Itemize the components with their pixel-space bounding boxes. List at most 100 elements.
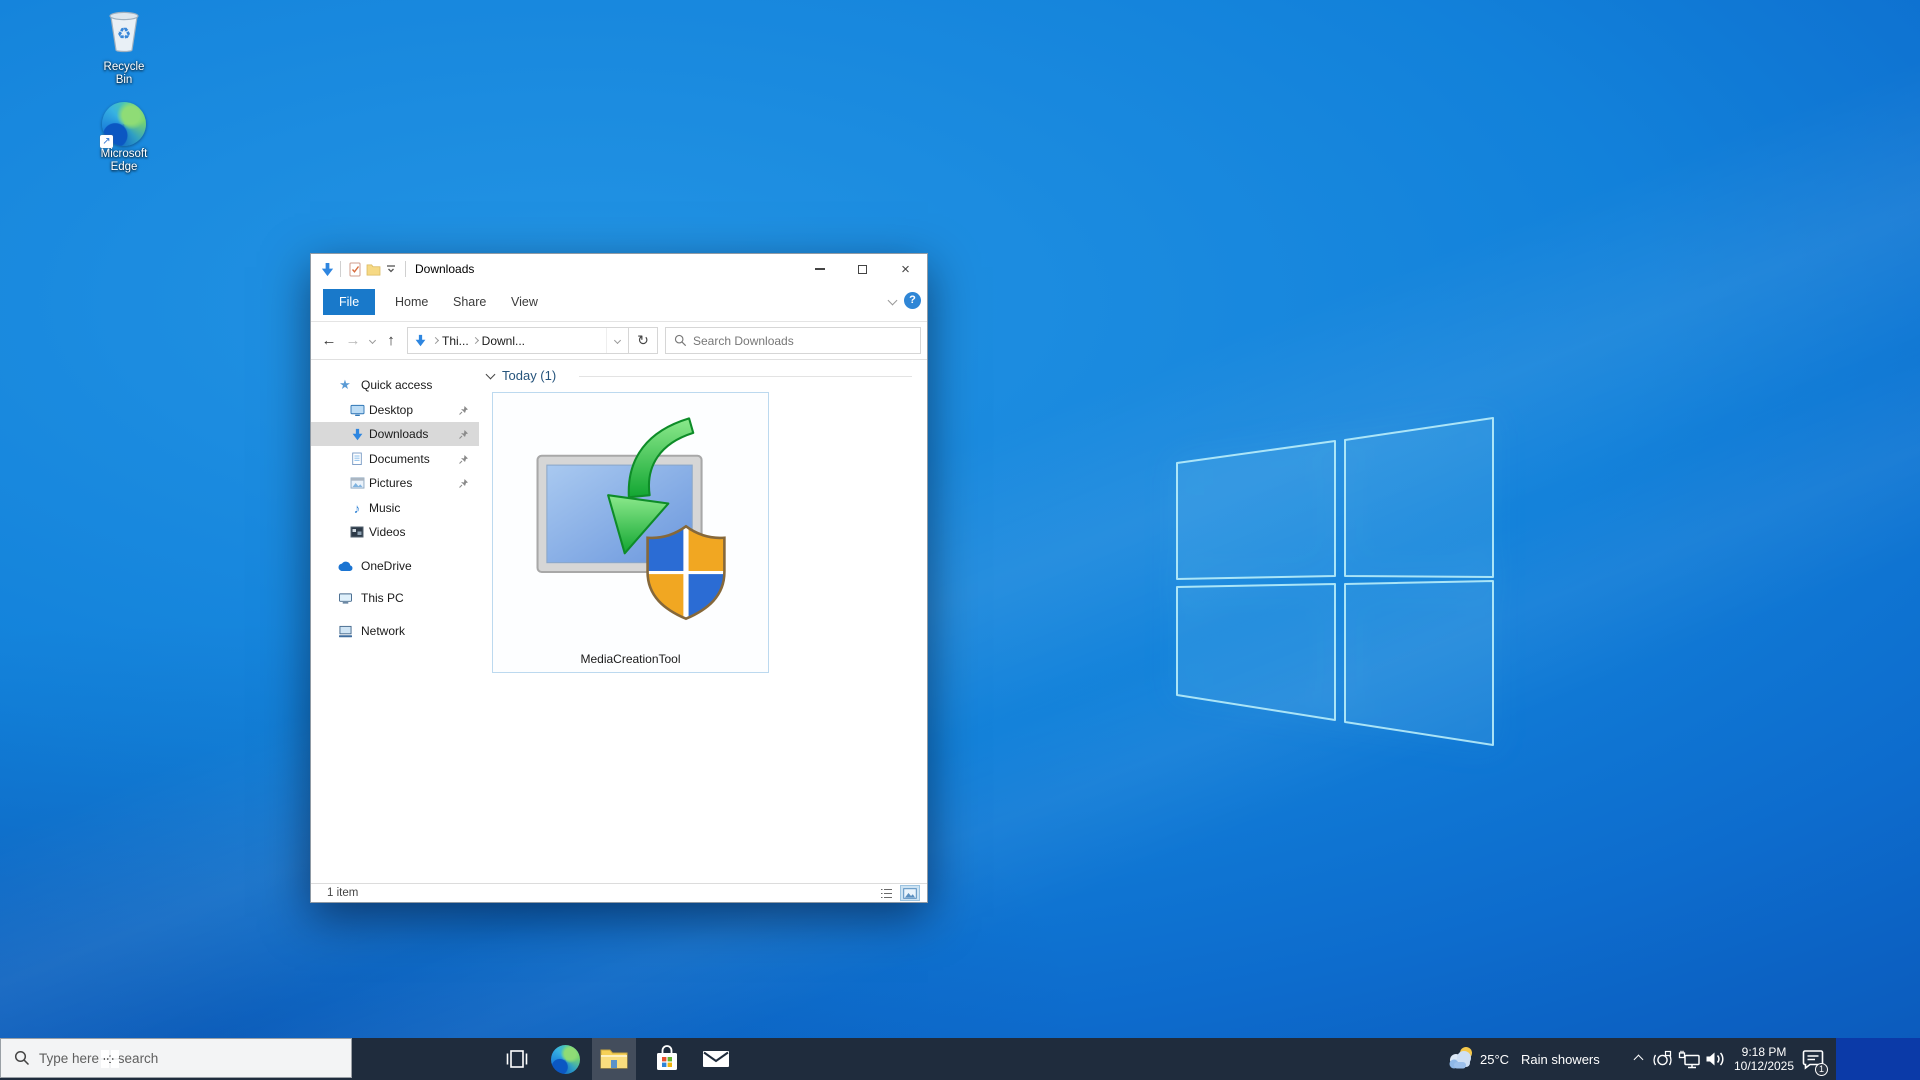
desktop-icon-microsoft-edge[interactable]: ↗ Microsoft Edge xyxy=(94,102,154,174)
music-icon: ♪ xyxy=(349,501,365,516)
items-count: 1 item xyxy=(327,887,358,899)
taskbar: 25°C Rain showers xyxy=(0,1038,1920,1080)
sidebar-item-label: Quick access xyxy=(361,378,432,392)
large-icons-view-button[interactable] xyxy=(901,886,919,900)
desktop-icon xyxy=(349,404,365,417)
sidebar-item-documents[interactable]: Documents xyxy=(311,447,479,471)
sidebar-item-downloads[interactable]: Downloads xyxy=(311,422,479,446)
titlebar[interactable]: Downloads × xyxy=(311,254,927,284)
sidebar-item-label: Downloads xyxy=(369,427,428,441)
sidebar-item-onedrive[interactable]: OneDrive xyxy=(311,554,479,578)
ribbon-collapse-chevron-icon[interactable] xyxy=(888,296,898,306)
back-button[interactable]: ← xyxy=(317,328,341,354)
downloads-icon xyxy=(414,334,427,347)
breadcrumb-separator-icon xyxy=(472,337,479,344)
divider xyxy=(405,261,406,277)
windows-logo-wallpaper xyxy=(1170,410,1500,750)
sidebar-item-videos[interactable]: Videos xyxy=(311,520,479,544)
microsoft-store-icon xyxy=(654,1044,680,1074)
sidebar-item-label: Pictures xyxy=(369,476,412,490)
recycle-bin-icon: ♻ xyxy=(103,8,145,54)
edge-icon: ↗ xyxy=(102,102,146,146)
menu-file-tab[interactable]: File xyxy=(323,289,375,315)
wallpaper-light-beam xyxy=(0,180,1920,1080)
quick-access-star-icon: ★ xyxy=(337,377,353,393)
menu-home-tab[interactable]: Home xyxy=(381,289,442,315)
address-bar[interactable]: Thi... Downl... xyxy=(407,327,629,354)
shortcut-arrow-icon: ↗ xyxy=(100,135,113,148)
search-icon xyxy=(14,1050,30,1066)
taskbar-search-box[interactable] xyxy=(0,1038,352,1078)
action-center-button[interactable]: 1 xyxy=(1797,1038,1829,1080)
sidebar-item-this-pc[interactable]: This PC xyxy=(311,586,479,610)
recent-locations-chevron-icon[interactable] xyxy=(365,338,379,343)
start-button[interactable] xyxy=(88,1038,132,1080)
taskbar-mail-button[interactable] xyxy=(696,1038,736,1080)
group-divider xyxy=(579,376,912,377)
taskbar-file-explorer-button[interactable] xyxy=(592,1038,636,1080)
refresh-button[interactable]: ↻ xyxy=(629,327,658,354)
this-pc-icon xyxy=(337,592,353,605)
windows-start-icon xyxy=(101,1050,119,1068)
file-explorer-icon xyxy=(599,1047,629,1071)
group-collapse-chevron-icon xyxy=(486,370,496,380)
documents-icon xyxy=(349,452,365,466)
search-icon xyxy=(674,334,687,347)
volume-icon[interactable] xyxy=(1702,1038,1728,1080)
desktop-icon-recycle-bin[interactable]: ♻ Recycle Bin xyxy=(94,8,154,87)
explorer-search-input[interactable] xyxy=(693,334,920,348)
pin-icon xyxy=(459,453,469,467)
qat-customize-chevron-icon[interactable] xyxy=(382,264,400,274)
weather-temperature[interactable]: 25°C xyxy=(1480,1038,1516,1080)
taskbar-search-input[interactable] xyxy=(39,1051,351,1066)
task-view-icon xyxy=(504,1047,530,1071)
desktop-icon-label: Recycle Bin xyxy=(94,61,154,87)
weather-condition[interactable]: Rain showers xyxy=(1521,1038,1611,1080)
close-button[interactable]: × xyxy=(884,254,927,284)
downloads-icon xyxy=(349,428,365,441)
qat-properties-button[interactable] xyxy=(346,262,364,277)
edge-icon xyxy=(551,1045,580,1074)
taskbar-edge-button[interactable] xyxy=(546,1038,584,1080)
breadcrumb-downloads[interactable]: Downl... xyxy=(482,334,525,348)
menu-share-tab[interactable]: Share xyxy=(439,289,500,315)
svg-text:♻: ♻ xyxy=(117,26,131,43)
maximize-button[interactable] xyxy=(841,254,884,284)
mediacreationtool-icon xyxy=(523,405,741,629)
minimize-button[interactable] xyxy=(798,254,841,284)
sidebar-item-label: This PC xyxy=(361,591,404,605)
sidebar-item-label: Desktop xyxy=(369,403,413,417)
details-view-button[interactable] xyxy=(877,886,895,900)
taskbar-clock[interactable]: 9:18 PM 10/12/2025 xyxy=(1733,1038,1795,1080)
close-icon: × xyxy=(901,262,910,277)
network-icon xyxy=(337,625,353,638)
sidebar-item-music[interactable]: ♪ Music xyxy=(311,496,479,520)
sidebar-item-pictures[interactable]: Pictures xyxy=(311,471,479,495)
file-list-pane: Today (1) xyxy=(479,360,927,883)
up-button[interactable]: ↑ xyxy=(379,328,403,354)
address-dropdown-chevron-icon[interactable] xyxy=(606,328,628,353)
clock-date: 10/12/2025 xyxy=(1734,1059,1794,1073)
sidebar-item-quick-access[interactable]: ★ Quick access xyxy=(311,373,479,397)
taskbar-corner-block xyxy=(1836,1038,1920,1080)
explorer-search-box[interactable] xyxy=(665,327,921,354)
network-icon[interactable] xyxy=(1676,1038,1702,1080)
group-header[interactable]: Today (1) xyxy=(487,368,556,383)
hidden-icons-chevron-icon[interactable] xyxy=(1628,1038,1648,1080)
pin-icon xyxy=(459,428,469,442)
meet-now-icon[interactable] xyxy=(1650,1038,1674,1080)
sidebar-item-network[interactable]: Network xyxy=(311,619,479,643)
desktop: ♻ Recycle Bin ↗ Microsoft Edge xyxy=(0,0,1920,1080)
menu-view-tab[interactable]: View xyxy=(497,289,552,315)
help-button[interactable]: ? xyxy=(904,292,921,309)
task-view-button[interactable] xyxy=(498,1038,536,1080)
taskbar-store-button[interactable] xyxy=(648,1038,686,1080)
sidebar-item-desktop[interactable]: Desktop xyxy=(311,398,479,422)
forward-button[interactable]: → xyxy=(341,328,365,354)
statusbar: 1 item xyxy=(311,883,927,902)
breadcrumb-this-pc[interactable]: Thi... xyxy=(442,334,469,348)
sidebar-item-label: Music xyxy=(369,501,400,515)
file-item-mediacreationtool[interactable]: MediaCreationTool xyxy=(492,392,769,673)
qat-new-folder-button[interactable] xyxy=(364,263,382,276)
weather-icon[interactable] xyxy=(1444,1038,1478,1080)
